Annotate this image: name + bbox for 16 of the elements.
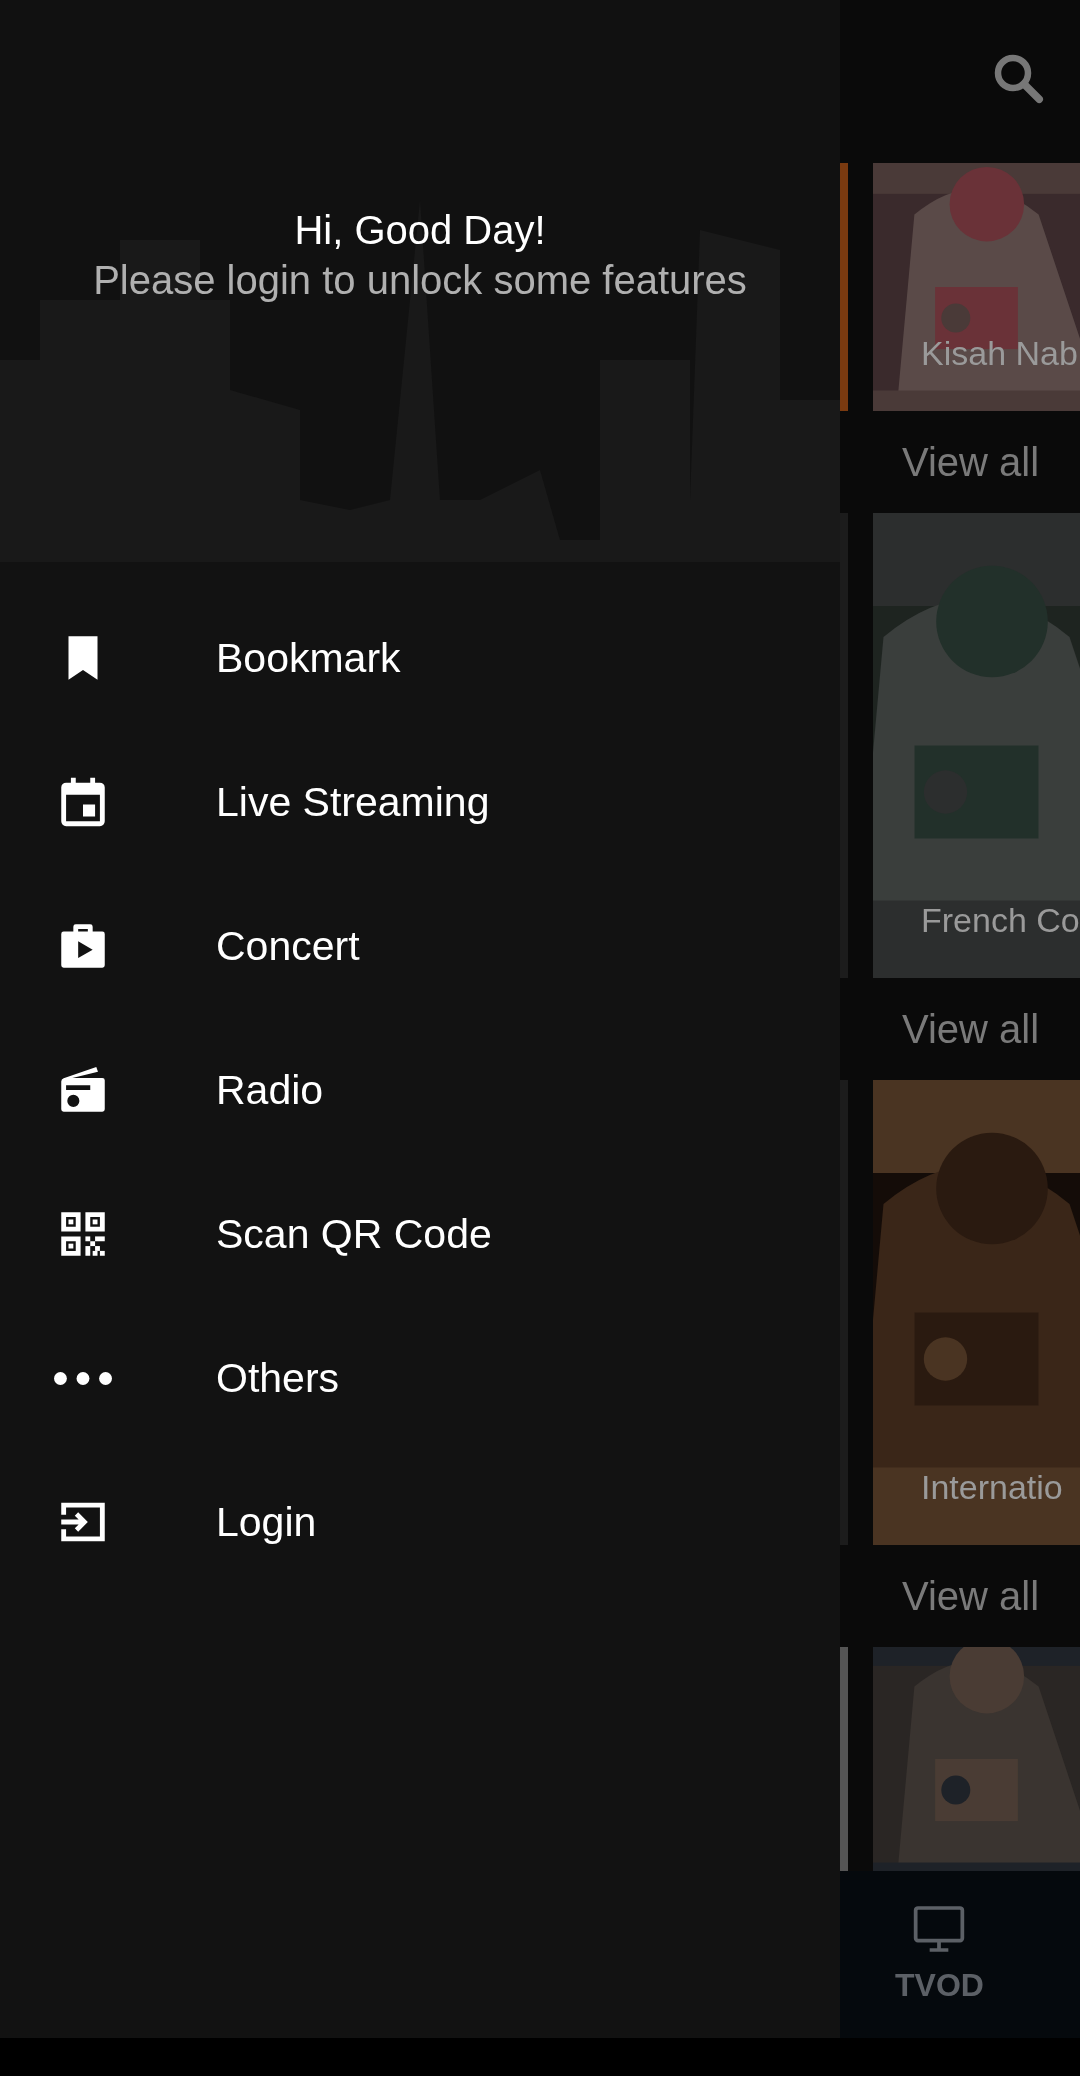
more-icon xyxy=(54,1371,112,1385)
login-prompt: Please login to unlock some features xyxy=(93,257,747,304)
menu-item[interactable]: Live Streaming xyxy=(0,730,840,874)
video-title: Kisah Nab xyxy=(921,334,1078,373)
menu-item[interactable]: Radio xyxy=(0,1018,840,1162)
view-all-link[interactable]: View all xyxy=(840,411,1080,513)
view-all-link[interactable]: View all xyxy=(840,978,1080,1080)
video-title: Internatio xyxy=(921,1468,1063,1507)
menu-item[interactable]: Scan QR Code xyxy=(0,1162,840,1306)
menu-item[interactable]: Bookmark xyxy=(0,586,840,730)
menu-item[interactable]: Login xyxy=(0,1450,840,1594)
view-all-link[interactable]: View all xyxy=(840,1545,1080,1647)
menu-item[interactable]: Others xyxy=(0,1306,840,1450)
menu-item[interactable]: Concert xyxy=(0,874,840,1018)
greeting: Hi, Good Day! xyxy=(294,207,546,254)
video-title: French Co xyxy=(921,901,1080,940)
